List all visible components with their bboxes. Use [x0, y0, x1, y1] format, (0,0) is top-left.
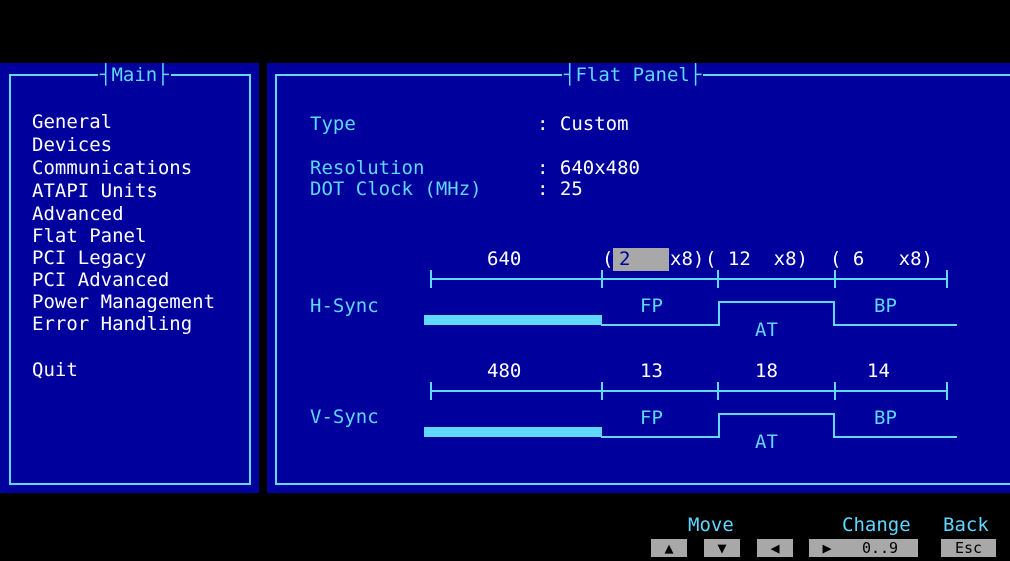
menu-item-quit[interactable]: Quit — [32, 360, 78, 380]
back-help-label: Back — [943, 514, 989, 536]
menu-item-pci-advanced[interactable]: PCI Advanced — [32, 270, 169, 290]
down-arrow-key[interactable]: ▼ — [704, 539, 740, 557]
right-arrow-icon: ▶ — [822, 539, 832, 557]
vsync-fp-value[interactable]: 13 — [640, 360, 663, 382]
resolution-value: : 640x480 — [537, 157, 640, 179]
flat-panel-title: ┤Flat Panel├ — [562, 63, 704, 87]
hsync-at-value[interactable]: ( 12 x8) — [705, 248, 808, 270]
hsync-at-line — [718, 301, 835, 303]
hsync-fp-label: FP — [640, 295, 663, 317]
vsync-fp-label: FP — [640, 407, 663, 429]
right-arrow-key[interactable]: ▶ — [809, 539, 845, 557]
hsync-active-bar — [424, 315, 602, 325]
hsync-fp-open: ( — [602, 248, 614, 270]
vsync-at-value[interactable]: 18 — [755, 360, 778, 382]
flat-panel-panel: ┤Flat Panel├ Type : Custom Resolution : … — [267, 63, 1010, 493]
hsync-scale-line — [430, 278, 948, 280]
hsync-fp-line — [601, 324, 720, 326]
vsync-at-label: AT — [755, 431, 778, 453]
type-label: Type — [310, 113, 356, 135]
dot-clock-value: : 25 — [537, 178, 583, 200]
escape-key[interactable]: Esc — [941, 539, 996, 557]
up-arrow-key[interactable]: ▲ — [651, 539, 687, 557]
vsync-at-rise — [718, 413, 720, 438]
vsync-bp-line — [833, 436, 957, 438]
menu-item-power-management[interactable]: Power Management — [32, 292, 215, 312]
hsync-at-fall — [833, 301, 835, 326]
vsync-bp-value[interactable]: 14 — [867, 360, 890, 382]
left-arrow-icon: ◀ — [770, 539, 780, 557]
left-arrow-key[interactable]: ◀ — [757, 539, 793, 557]
menu-item-devices[interactable]: Devices — [32, 135, 112, 155]
vsync-active-bar — [424, 427, 602, 437]
menu-item-atapi-units[interactable]: ATAPI Units — [32, 181, 158, 201]
main-menu-title: ┤Main├ — [98, 63, 171, 87]
vsync-label: V-Sync — [310, 406, 379, 428]
hsync-label: H-Sync — [310, 295, 379, 317]
main-menu-panel: ┤Main├ General Devices Communications AT… — [0, 63, 259, 493]
hsync-at-rise — [718, 301, 720, 326]
down-arrow-icon: ▼ — [717, 539, 727, 557]
resolution-label: Resolution — [310, 157, 425, 179]
vsync-fp-line — [601, 436, 720, 438]
hsync-bp-value[interactable]: ( 6 x8) — [830, 248, 933, 270]
menu-item-advanced[interactable]: Advanced — [32, 204, 124, 224]
type-value[interactable]: : Custom — [537, 113, 629, 135]
dot-clock-label: DOT Clock (MHz) — [310, 178, 482, 200]
menu-item-communications[interactable]: Communications — [32, 158, 192, 178]
up-arrow-icon: ▲ — [664, 539, 674, 557]
vsync-at-line — [718, 413, 835, 415]
vsync-scale-line — [430, 390, 948, 392]
change-help-label: Change — [842, 514, 911, 536]
move-help-label: Move — [688, 514, 734, 536]
hsync-fp-value: 2 — [619, 248, 631, 270]
change-key[interactable]: 0..9 — [842, 539, 918, 557]
hsync-at-label: AT — [755, 319, 778, 341]
hsync-active-value: 640 — [487, 248, 522, 270]
vsync-bp-label: BP — [874, 407, 897, 429]
hsync-bp-line — [833, 324, 957, 326]
hsync-bp-label: BP — [874, 295, 897, 317]
vsync-at-fall — [833, 413, 835, 438]
hsync-fp-input[interactable]: 2 — [613, 248, 669, 271]
menu-item-general[interactable]: General — [32, 112, 112, 132]
menu-item-error-handling[interactable]: Error Handling — [32, 314, 192, 334]
hsync-fp-multiplier: x8) — [670, 248, 705, 270]
menu-item-pci-legacy[interactable]: PCI Legacy — [32, 248, 146, 268]
menu-item-flat-panel[interactable]: Flat Panel — [32, 226, 146, 246]
vsync-active-value: 480 — [487, 360, 522, 382]
